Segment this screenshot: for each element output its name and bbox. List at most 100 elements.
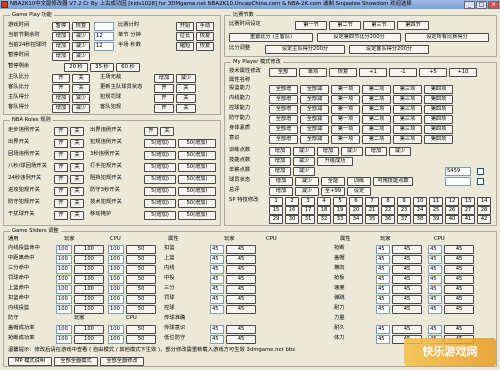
mp-attr-button[interactable]: 第三项 xyxy=(393,115,422,124)
gp-row-button2[interactable]: 缩短 xyxy=(176,42,194,51)
slider-footer-button[interactable]: 全部全面修改 xyxy=(100,357,144,366)
slider-attr2-input[interactable]: 45 xyxy=(376,255,390,264)
maximize-button[interactable]: □ xyxy=(476,0,487,9)
mp-sp-button[interactable]: 42 xyxy=(477,215,491,224)
quarter-score-button[interactable]: 设定主队得分200分 xyxy=(265,45,345,54)
quarter-action-button[interactable]: 设定第四节比分200分 xyxy=(317,33,401,42)
mp-status-button[interactable]: 全能 xyxy=(321,177,345,186)
slider-attr-input[interactable]: 45 xyxy=(210,265,224,274)
mp-attr-button[interactable]: 第三项 xyxy=(393,95,422,104)
mp-rating-button[interactable]: 全+99 xyxy=(321,187,345,196)
rule-option-50[interactable]: 50(增加) xyxy=(178,139,216,148)
mp-skill-button[interactable]: 升级成功 xyxy=(317,157,353,166)
mp-attr-button[interactable]: 全部增 xyxy=(269,95,298,104)
slider-attr2-button[interactable]: 45 xyxy=(392,255,422,264)
slider-cpu2-input[interactable]: 45 xyxy=(428,295,442,304)
mp-sp-button[interactable]: 2 xyxy=(285,197,299,206)
slider-cpu-input[interactable]: 100 xyxy=(108,325,124,334)
mp-sp-button[interactable]: 28 xyxy=(477,206,491,215)
slider-cpu2-button[interactable]: 45 xyxy=(444,245,474,254)
slider-value-input[interactable]: 100 xyxy=(56,335,72,344)
slider-value-button[interactable]: 100 xyxy=(74,255,104,264)
mp-money-button[interactable]: 增加 xyxy=(269,167,291,176)
slider-attr2-button[interactable]: 45 xyxy=(392,295,422,304)
slider-cpu2-button[interactable]: 45 xyxy=(444,285,474,294)
quarter-button[interactable]: 第四节 xyxy=(397,21,429,30)
mp-attr-button[interactable]: 第二项 xyxy=(362,135,391,144)
rule-off-button[interactable]: 关 xyxy=(160,127,174,136)
slider-attr-button[interactable]: 45 xyxy=(226,305,256,314)
slider-value-button[interactable]: 100 xyxy=(74,305,104,314)
gp-row-button2[interactable]: 恢复 xyxy=(196,32,214,41)
mp-header-button[interactable]: 恢复 xyxy=(329,68,357,77)
mp-sp-button[interactable]: 22 xyxy=(381,206,395,215)
slider-cpu-button[interactable]: 50 xyxy=(126,325,156,334)
gp-row-button[interactable]: 增加 xyxy=(52,32,70,41)
rule-option-50[interactable]: 50(增加) xyxy=(178,211,216,220)
slider-attr-input[interactable]: 45 xyxy=(210,285,224,294)
slider-attr-button[interactable]: 45 xyxy=(226,325,256,334)
mp-attr-button[interactable]: 第一项 xyxy=(331,135,360,144)
mp-sp-button[interactable]: 38 xyxy=(413,215,427,224)
slider-attr2-button[interactable]: 45 xyxy=(392,275,422,284)
mp-sp-button[interactable]: 30 xyxy=(285,215,299,224)
gp-row-value-input[interactable]: 12 xyxy=(94,32,114,41)
mp-attr-button[interactable]: 第三项 xyxy=(393,125,422,134)
mp-sp-button[interactable]: 11 xyxy=(429,197,443,206)
slider-attr2-button[interactable]: 45 xyxy=(392,285,422,294)
slider-attr-button[interactable]: 45 xyxy=(226,265,256,274)
rule-off-button[interactable]: 关 xyxy=(70,127,84,136)
mp-sp-button[interactable]: 24 xyxy=(413,206,427,215)
slider-cpu2-button[interactable]: 45 xyxy=(444,275,474,284)
mp-sp-button[interactable]: 5 xyxy=(333,197,347,206)
slider-attr-button[interactable]: 45 xyxy=(226,285,256,294)
slider-cpu2-input[interactable]: 45 xyxy=(428,285,442,294)
rule-option-5[interactable]: 5(增加) xyxy=(144,151,176,160)
mp-training-button[interactable]: 增加 xyxy=(269,147,291,156)
rule-on-button[interactable]: 开 xyxy=(54,163,68,172)
gp-team-button[interactable]: 关 xyxy=(72,84,90,93)
gp-team-button[interactable]: 减少 xyxy=(72,104,90,113)
slider-cpu-input[interactable]: 100 xyxy=(108,255,124,264)
gp-row-button[interactable]: 恢复 xyxy=(72,22,90,31)
rule-on-button[interactable]: 开 xyxy=(54,175,68,184)
mp-status-button[interactable]: 训练 xyxy=(347,177,371,186)
mp-attr-button[interactable]: 第二项 xyxy=(362,105,391,114)
slider-value-button[interactable]: 100 xyxy=(74,295,104,304)
mp-attr-button[interactable]: 第二项 xyxy=(362,115,391,124)
rule-option-5[interactable]: 5(增加) xyxy=(144,163,176,172)
gp-row-button2[interactable]: 开始 xyxy=(176,22,194,31)
mp-skill-button[interactable]: 减少 xyxy=(293,157,315,166)
rule-off-button[interactable]: 关 xyxy=(70,199,84,208)
mp-sp-button[interactable]: 31 xyxy=(301,215,315,224)
mp-sp-button[interactable]: 20 xyxy=(349,206,363,215)
slider-cpu2-input[interactable]: 45 xyxy=(428,275,442,284)
mp-sp-button[interactable]: 9 xyxy=(397,197,411,206)
mp-status-checkbox[interactable] xyxy=(477,178,484,185)
gp-row-button[interactable]: 减少 xyxy=(72,32,90,41)
gp-row-button2[interactable]: 拉长 xyxy=(176,32,194,41)
rule-option-5[interactable]: 5(增加) xyxy=(144,175,176,184)
gp-row-button[interactable]: 增加 xyxy=(52,42,70,51)
gp-row-value-input[interactable]: 12 xyxy=(94,42,114,51)
slider-attr2-input[interactable]: 45 xyxy=(376,275,390,284)
mp-rating-button[interactable]: 增加 xyxy=(269,187,293,196)
slider-attr2-input[interactable]: 45 xyxy=(376,305,390,314)
gp-team-button[interactable]: 开 xyxy=(52,84,70,93)
slider-attr-input[interactable]: 45 xyxy=(210,275,224,284)
gp-row-button[interactable]: 减少 xyxy=(72,42,90,51)
slider-cpu-button[interactable]: 50 xyxy=(126,275,156,284)
slider-attr-input[interactable]: 45 xyxy=(210,335,224,344)
gp-team-button2[interactable]: 增加 xyxy=(154,74,174,83)
gp-team-button2[interactable]: 减少 xyxy=(176,74,196,83)
mp-attr-button[interactable]: 第一项 xyxy=(331,95,360,104)
mp-header-button[interactable]: +5 xyxy=(419,68,447,77)
slider-attr-input[interactable]: 45 xyxy=(210,295,224,304)
slider-cpu-button[interactable]: 50 xyxy=(126,255,156,264)
slider-cpu2-input[interactable]: 45 xyxy=(428,325,442,334)
gp-team-button[interactable]: 减少 xyxy=(72,94,90,103)
slider-cpu-input[interactable]: 100 xyxy=(108,335,124,344)
rule-on-button[interactable]: 开 xyxy=(54,127,68,136)
rule-option-5[interactable]: 5(增加) xyxy=(144,211,176,220)
slider-attr-button[interactable]: 45 xyxy=(226,335,256,344)
